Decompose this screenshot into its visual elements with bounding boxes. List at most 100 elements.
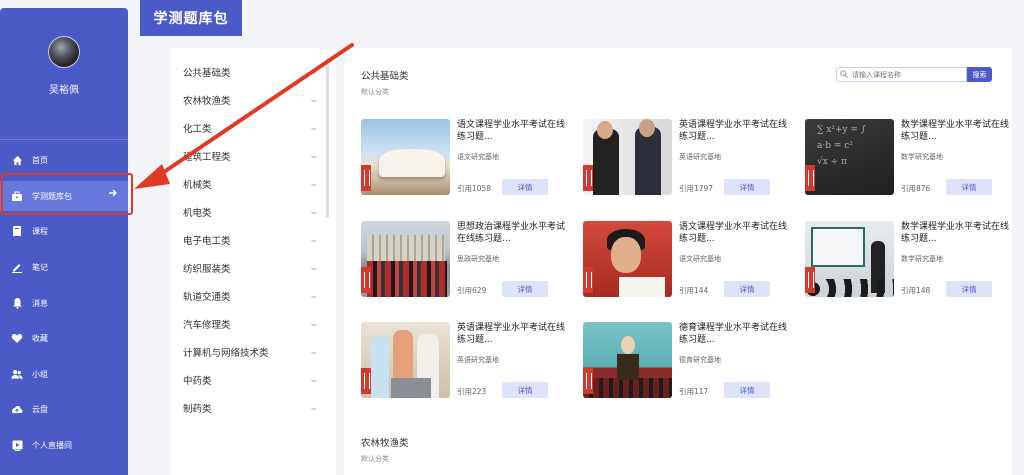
- detail-button[interactable]: 详情: [502, 382, 548, 398]
- course-card[interactable]: 语文课程学业水平考试在线练习题... 语文研究基地 引用144 详情: [583, 221, 798, 299]
- course-thumbnail[interactable]: ∑ x²+y = ∫ a·b = c² √x ÷ π: [805, 119, 894, 195]
- highlight-box: [1, 173, 133, 215]
- category-label: 电子电工类: [183, 236, 231, 247]
- search-button[interactable]: 搜索: [967, 67, 992, 82]
- bookmark-icon: [583, 267, 593, 293]
- username: 吴裕佩: [49, 85, 79, 96]
- nav-item-course[interactable]: 课程: [0, 217, 128, 245]
- nav-item-favorites[interactable]: 收藏: [0, 324, 128, 352]
- category-label: 农林牧渔类: [183, 96, 231, 107]
- course-reference-count: 引用148: [901, 286, 931, 295]
- category-item[interactable]: 建筑工程类 ⌄: [170, 142, 330, 170]
- chevron-down-icon: ⌄: [308, 95, 320, 105]
- course-base: 思政研究基地: [457, 255, 499, 263]
- chevron-down-icon: ⌄: [308, 235, 320, 245]
- avatar[interactable]: [48, 36, 80, 68]
- category-item[interactable]: 机械类 ⌄: [170, 170, 330, 198]
- nav-label: 个人直播间: [32, 440, 72, 450]
- category-item[interactable]: 电子电工类 ⌄: [170, 226, 330, 254]
- course-card[interactable]: 英语课程学业水平考试在线练习题... 英语研究基地 引用223 详情: [361, 322, 576, 400]
- category-item[interactable]: 轨道交通类 ⌄: [170, 282, 330, 310]
- book-icon: [11, 225, 23, 237]
- category-item[interactable]: 纺织服装类 ⌄: [170, 254, 330, 282]
- heart-icon: [11, 332, 23, 344]
- category-item[interactable]: 化工类 ⌄: [170, 114, 330, 142]
- course-card[interactable]: ∑ x²+y = ∫ a·b = c² √x ÷ π 数学课程学业水平考试在线练习题…: [805, 119, 1020, 197]
- course-thumbnail[interactable]: [583, 119, 672, 195]
- category-label: 建筑工程类: [183, 152, 231, 163]
- course-title[interactable]: 思想政治课程学业水平考试在线练习题...: [457, 221, 567, 245]
- course-title[interactable]: 语文课程学业水平考试在线练习题...: [679, 221, 789, 245]
- course-base: 数学研究基地: [901, 255, 943, 263]
- category-item[interactable]: 农林牧渔类 ⌄: [170, 86, 330, 114]
- detail-button[interactable]: 详情: [946, 179, 992, 195]
- course-card[interactable]: 思想政治课程学业水平考试在线练习题... 思政研究基地 引用629 详情: [361, 221, 576, 299]
- course-title[interactable]: 数学课程学业水平考试在线练习题...: [901, 119, 1011, 143]
- course-thumbnail[interactable]: [361, 221, 450, 297]
- course-thumbnail[interactable]: [805, 221, 894, 297]
- course-thumbnail[interactable]: [583, 322, 672, 398]
- course-title[interactable]: 语文课程学业水平考试在线练习题...: [457, 119, 567, 143]
- bell-icon: [11, 297, 23, 309]
- nav-label: 云盘: [32, 404, 48, 414]
- course-base: 德育研究基地: [679, 356, 721, 364]
- nav-item-group[interactable]: 小组: [0, 360, 128, 388]
- nav-item-cloud[interactable]: 云盘: [0, 395, 128, 423]
- category-item[interactable]: 制药类 ⌄: [170, 394, 330, 422]
- sidebar: 吴裕佩 首页 学测题库包 课程 笔记 消息 收藏 小组 云盘 个人直播间: [0, 8, 128, 475]
- chevron-down-icon: ⌄: [308, 151, 320, 161]
- nav-item-messages[interactable]: 消息: [0, 289, 128, 317]
- panel-divider: [336, 48, 344, 475]
- nav-label: 收藏: [32, 333, 48, 343]
- category-scrollbar[interactable]: [326, 58, 329, 218]
- course-title[interactable]: 英语课程学业水平考试在线练习题...: [457, 322, 567, 346]
- search-field[interactable]: [836, 67, 967, 82]
- course-base: 英语研究基地: [679, 153, 721, 161]
- course-reference-count: 引用876: [901, 184, 931, 193]
- chevron-down-icon: ⌄: [308, 291, 320, 301]
- course-card[interactable]: 语文课程学业水平考试在线练习题... 语文研究基地 引用1058 详情: [361, 119, 576, 197]
- section-title: 公共基础类: [361, 71, 409, 82]
- category-item[interactable]: 公共基础类 ⌄: [170, 58, 330, 86]
- category-item[interactable]: 机电类 ⌄: [170, 198, 330, 226]
- course-title[interactable]: 英语课程学业水平考试在线练习题...: [679, 119, 789, 143]
- nav-item-home[interactable]: 首页: [0, 146, 128, 174]
- page-title-tab: 学测题库包: [140, 0, 242, 36]
- detail-button[interactable]: 详情: [724, 179, 770, 195]
- nav-item-live-room[interactable]: 个人直播间: [0, 431, 128, 459]
- course-title[interactable]: 数学课程学业水平考试在线练习题...: [901, 221, 1011, 245]
- category-label: 机械类: [183, 180, 212, 191]
- category-label: 化工类: [183, 124, 212, 135]
- bookmark-icon: [805, 165, 815, 191]
- course-title[interactable]: 德育课程学业水平考试在线练习题...: [679, 322, 789, 346]
- chevron-down-icon: ⌄: [308, 403, 320, 413]
- category-label: 制药类: [183, 404, 212, 415]
- search-input[interactable]: [852, 70, 962, 79]
- course-base: 语文研究基地: [679, 255, 721, 263]
- detail-button[interactable]: 详情: [502, 179, 548, 195]
- detail-button[interactable]: 详情: [724, 281, 770, 297]
- bookmark-icon: [805, 267, 815, 293]
- nav-label: 消息: [32, 298, 48, 308]
- nav-label: 小组: [32, 369, 48, 379]
- detail-button[interactable]: 详情: [724, 382, 770, 398]
- detail-button[interactable]: 详情: [502, 281, 548, 297]
- home-icon: [11, 154, 23, 166]
- category-item[interactable]: 中药类 ⌄: [170, 366, 330, 394]
- chevron-down-icon: ⌄: [308, 375, 320, 385]
- course-thumbnail[interactable]: [361, 322, 450, 398]
- detail-button[interactable]: 详情: [946, 281, 992, 297]
- nav-item-notes[interactable]: 笔记: [0, 253, 128, 281]
- course-thumbnail[interactable]: [583, 221, 672, 297]
- course-card[interactable]: 数学课程学业水平考试在线练习题... 数学研究基地 引用148 详情: [805, 221, 1020, 299]
- nav-label: 首页: [32, 155, 48, 165]
- chevron-down-icon: ⌄: [308, 347, 320, 357]
- category-label: 轨道交通类: [183, 292, 231, 303]
- course-thumbnail[interactable]: [361, 119, 450, 195]
- course-reference-count: 引用223: [457, 387, 487, 396]
- course-card[interactable]: 英语课程学业水平考试在线练习题... 英语研究基地 引用1797 详情: [583, 119, 798, 197]
- category-item[interactable]: 计算机与网络技术类 ⌄: [170, 338, 330, 366]
- category-item[interactable]: 汽车修理类 ⌄: [170, 310, 330, 338]
- course-card[interactable]: 德育课程学业水平考试在线练习题... 德育研究基地 引用117 详情: [583, 322, 798, 400]
- cloud-upload-icon: [11, 403, 23, 415]
